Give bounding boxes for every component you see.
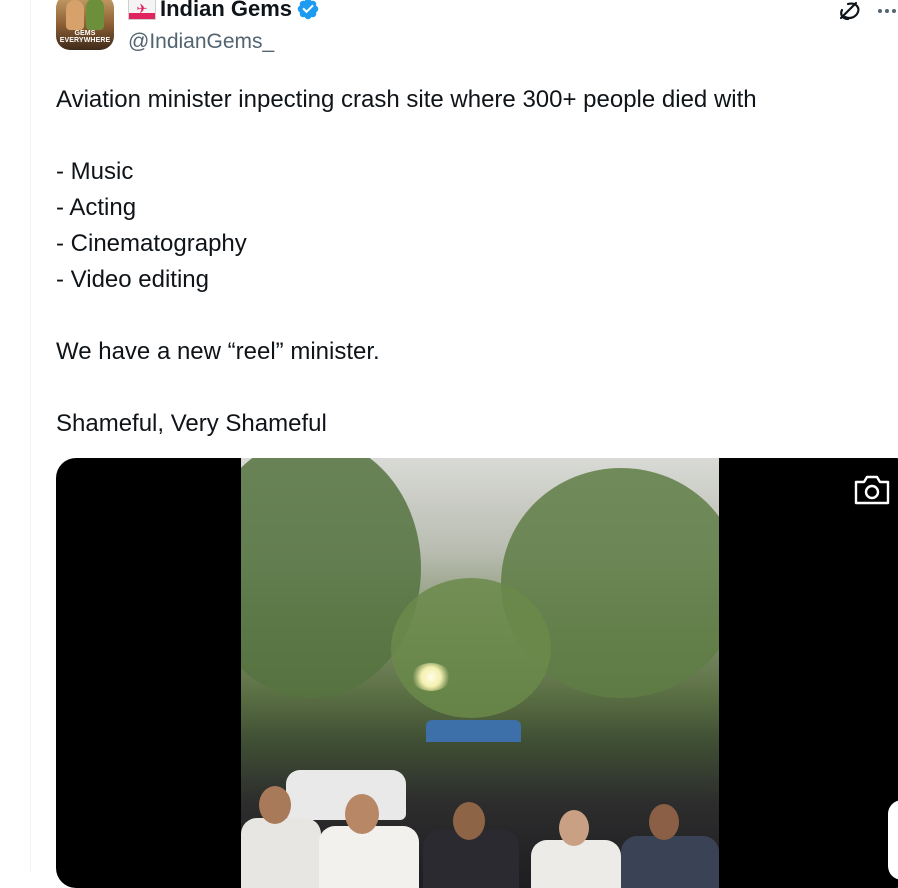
- camera-icon[interactable]: [852, 472, 892, 508]
- tweet-text-line: Aviation minister inpecting crash site w…: [56, 86, 757, 113]
- avatar-figure: [86, 0, 104, 30]
- crowd-person: [319, 826, 419, 888]
- flag-symbol: ✈: [136, 1, 148, 17]
- video-frame[interactable]: [241, 458, 719, 888]
- street-light: [411, 663, 451, 691]
- name-flag-icon: ✈: [128, 0, 156, 20]
- tweet-text-line: [56, 118, 876, 154]
- avatar-label: GEMS EVERYWHERE: [59, 30, 111, 44]
- tweet-text: Aviation minister inpecting crash site w…: [56, 82, 876, 442]
- crowd-person: [621, 836, 719, 888]
- crowd-person: [531, 840, 621, 888]
- blue-shed: [426, 720, 521, 742]
- crowd-head: [345, 794, 379, 834]
- crowd-head: [559, 810, 589, 846]
- crowd-head: [649, 804, 679, 840]
- author-display-name[interactable]: Indian Gems: [160, 0, 292, 22]
- timeline-divider: [30, 0, 31, 872]
- tweet-text-line: [56, 370, 876, 406]
- verified-badge-icon: [297, 0, 319, 20]
- tweet-text-line: - Video editing: [56, 266, 209, 293]
- tweet-text-line: - Cinematography: [56, 230, 247, 257]
- tweet-text-line: We have a new “reel” minister.: [56, 338, 380, 365]
- tweet-text-line: - Acting: [56, 194, 137, 221]
- crowd-person: [241, 818, 321, 888]
- tweet-video[interactable]: [56, 458, 898, 888]
- author-name-row[interactable]: ✈ Indian Gems: [128, 0, 320, 22]
- crowd-head: [453, 802, 485, 840]
- grok-icon[interactable]: [836, 0, 864, 22]
- tweet-text-line: Shameful, Very Shameful: [56, 410, 327, 437]
- floating-panel-edge[interactable]: [888, 800, 898, 880]
- author-handle[interactable]: @IndianGems_: [128, 30, 274, 54]
- tweet-text-line: [56, 298, 876, 334]
- crowd-head: [259, 786, 291, 824]
- tree-canopy: [391, 578, 551, 718]
- avatar-figure: [66, 0, 84, 30]
- more-options-icon[interactable]: [876, 0, 898, 22]
- tweet-text-line: - Music: [56, 158, 134, 185]
- avatar[interactable]: GEMS EVERYWHERE: [56, 0, 114, 50]
